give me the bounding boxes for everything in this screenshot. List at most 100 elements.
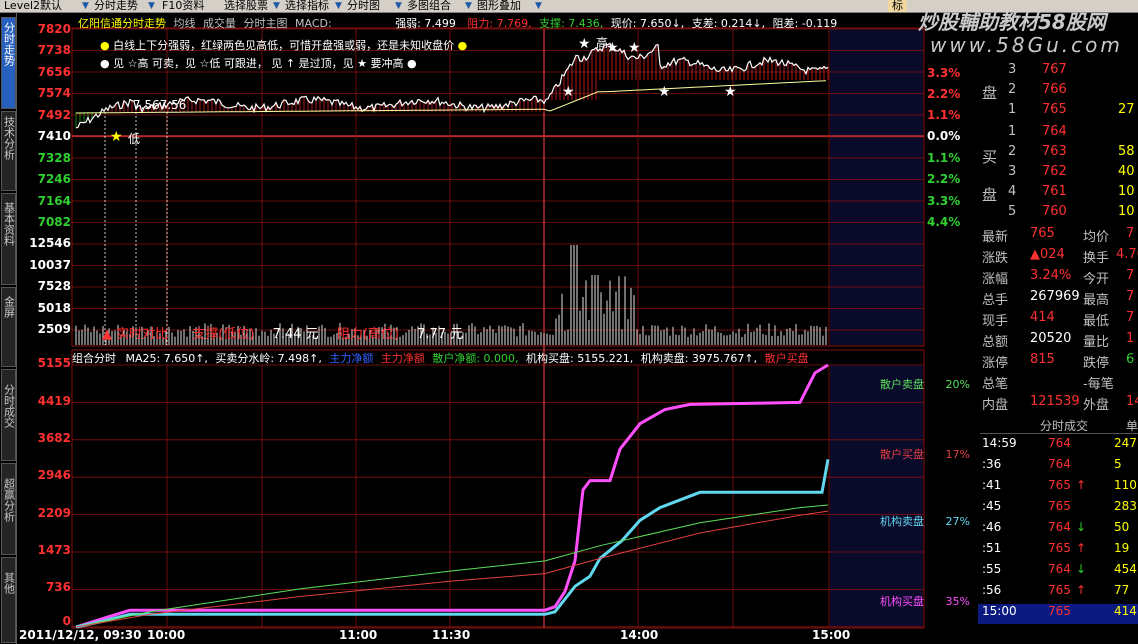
price: 765 xyxy=(1042,102,1067,117)
lower-tick: 1473 xyxy=(37,543,71,557)
caption-resistance-value: 7.77 元 xyxy=(417,327,464,342)
star-icon: ★ xyxy=(724,84,737,100)
buy-row[interactable]: 3 762 40 xyxy=(978,164,1138,184)
star-filled-icon: ★ xyxy=(357,57,367,70)
price-tick: 7164 xyxy=(37,194,71,208)
quote-key: 总笔 xyxy=(982,377,1009,392)
star-icon: ★ xyxy=(658,84,671,100)
annotation-line1: ● 白线上下分强弱，红绿两色见高低，可惜开盘强或弱，还是未知收盘价 ● xyxy=(100,37,467,53)
tick-price: 764 xyxy=(1048,436,1071,450)
tick-row[interactable]: :41 765 ↑ 110 xyxy=(978,478,1138,498)
quote-key: 涨跌 xyxy=(982,251,1009,266)
volume: 10 xyxy=(1118,204,1135,219)
tick-time: :46 xyxy=(982,520,1002,534)
lower-header: 组合分时 MA25: 7.650↑, 买卖分水岭: 7.498↑, 主力净额 主… xyxy=(72,350,924,364)
tick-time: :56 xyxy=(982,583,1002,597)
lower-retail-net: 散户净额: 0.000, xyxy=(432,352,519,364)
tick-time: 15:00 xyxy=(982,604,1017,618)
quote-key: 换手 xyxy=(1083,251,1110,266)
price-tick: 7738 xyxy=(37,43,71,57)
volume-tick: 10037 xyxy=(29,258,71,272)
quote-key: 总手 xyxy=(982,293,1009,308)
level: 1 xyxy=(1008,102,1017,117)
legend-pct: 20% xyxy=(945,378,970,391)
header-strength: 强弱: 7.499 xyxy=(395,17,456,30)
tick-row[interactable]: :51 765 ↑ 19 xyxy=(978,541,1138,561)
buy-row[interactable]: 2 763 58 xyxy=(978,144,1138,164)
annotation-text-2b: 高 可卖，见 xyxy=(137,57,196,70)
price: 764 xyxy=(1042,124,1067,139)
tick-time: :45 xyxy=(982,499,1002,513)
intraday-chart[interactable]: ★ ★ ★ ★ ★ ★ ★ xyxy=(0,0,1138,644)
legend-pct: 35% xyxy=(945,595,970,608)
buy-row[interactable]: 1 764 xyxy=(978,124,1138,144)
sell-row[interactable]: 1 765 27 xyxy=(978,102,1138,122)
tick-price: 765 xyxy=(1048,478,1071,492)
low-mark-label: 低 xyxy=(128,132,141,146)
volume-caption: ▲ 实时对比 支撑(低位) 7.44 元 阻力(高位) 7.77 元 xyxy=(102,323,463,342)
level: 3 xyxy=(1008,62,1017,77)
tick-time: :55 xyxy=(982,562,1002,576)
pct-tick: 4.4% xyxy=(927,215,961,229)
time-tick: 11:00 xyxy=(339,628,378,642)
quote-key: 总额 xyxy=(982,335,1009,350)
price: 762 xyxy=(1042,164,1067,179)
quote-row: 总额 20520 量比 1 xyxy=(978,331,1138,351)
quote-row: 现手 414 最低 7 xyxy=(978,310,1138,330)
yellow-dot-icon: ● xyxy=(100,39,110,52)
tick-volume: 19 xyxy=(1114,541,1130,555)
after-hours-shade xyxy=(830,29,923,345)
tick-price: 764 xyxy=(1048,520,1071,534)
quote-value: 3.24% xyxy=(1030,268,1072,283)
quote-key: 最新 xyxy=(982,230,1009,245)
tick-row[interactable]: :45 765 283 xyxy=(978,499,1138,519)
lower-tick: 5155 xyxy=(37,356,71,370)
sell-row[interactable]: 3 767 xyxy=(978,62,1138,82)
price: 763 xyxy=(1042,144,1067,159)
tick-price: 765 xyxy=(1048,583,1071,597)
pct-tick: 1.1% xyxy=(927,151,961,165)
buy-row[interactable]: 4 761 10 xyxy=(978,184,1138,204)
pct-tick: 3.3% xyxy=(927,66,961,80)
tick-row[interactable]: :36 764 5 xyxy=(978,457,1138,477)
high-mark-label: 高 xyxy=(596,36,609,50)
volume-tick: 5018 xyxy=(37,301,71,315)
sell-row[interactable]: 2 766 xyxy=(978,82,1138,102)
lower-retail-buy: 散户买盘 xyxy=(764,352,809,364)
price-tick: 7574 xyxy=(37,86,71,100)
annotation-text-2c: 低 可跟进， 见 xyxy=(209,57,283,70)
up-arrow-icon: ↑ xyxy=(285,57,296,70)
annotation-text-1: 白线上下分强弱，红绿两色见高低，可惜开盘强或弱，还是未知收盘价 xyxy=(113,39,455,52)
header-support-diff: 支差: 0.214↓, xyxy=(691,17,766,30)
lower-tick: 0 xyxy=(62,614,71,628)
quote-value: 765 xyxy=(1030,226,1055,241)
header-resistance-diff: 阻差: -0.119 xyxy=(772,17,838,30)
ticks-tab-2[interactable]: 单 xyxy=(1126,417,1138,434)
quote-value: 414 xyxy=(1030,310,1055,325)
level: 2 xyxy=(1008,144,1017,159)
level: 2 xyxy=(1008,82,1017,97)
price: 766 xyxy=(1042,82,1067,97)
quote-key: 量比 xyxy=(1083,335,1110,350)
price-axis: 7820 7738 7656 7574 7492 7410 7328 7246 … xyxy=(17,20,71,340)
ticks-title[interactable]: 分时成交 xyxy=(1040,417,1088,434)
lower-inst-buy: 机构买盘: 5155.221, xyxy=(526,352,634,364)
tick-row[interactable]: :46 764 ↓ 50 xyxy=(978,520,1138,540)
time-axis: 2011/12/12, 09:30 10:00 11:00 11:30 14:0… xyxy=(17,628,927,644)
lower-title: 组合分时 xyxy=(72,352,116,364)
quote-row: 涨幅 3.24% 今开 7 xyxy=(978,268,1138,288)
tick-price: 765 xyxy=(1048,499,1071,513)
tick-row[interactable]: 15:00 765 414 xyxy=(978,604,1138,624)
tick-row[interactable]: :55 764 ↓ 454 xyxy=(978,562,1138,582)
pct-tick: 2.2% xyxy=(927,172,961,186)
tick-time: :36 xyxy=(982,457,1002,471)
tick-row[interactable]: 14:59 764 247 xyxy=(978,436,1138,456)
buy-row[interactable]: 5 760 10 xyxy=(978,204,1138,224)
tick-arrow-icon: ↑ xyxy=(1076,541,1087,555)
annotation-text-2e: 要冲高 xyxy=(370,57,404,70)
price-tick: 7082 xyxy=(37,215,71,229)
quote-panel: 最新 765 均价 7 涨跌 ▲024 换手 4.76 涨幅 3.24% 今开 7 总手 267969最高… xyxy=(978,226,1138,416)
tick-row[interactable]: :56 765 ↑ 77 xyxy=(978,583,1138,603)
header-volume-label: 成交量 xyxy=(203,17,236,30)
level: 3 xyxy=(1008,164,1017,179)
